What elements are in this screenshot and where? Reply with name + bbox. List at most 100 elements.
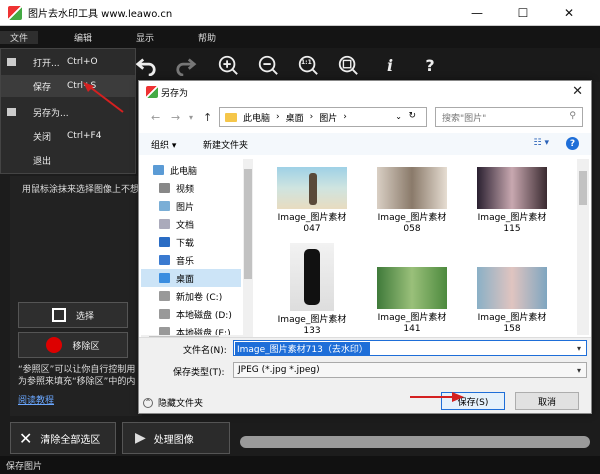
file-item[interactable]: Image_图片素材 133: [267, 243, 357, 335]
address-row: ← → ▾ ↑ 此电脑 › 桌面 › 图片 › ⌄ ↻ 搜索"图片" ⚲: [139, 105, 591, 131]
view-options-button[interactable]: ☷ ▾: [534, 138, 549, 148]
undo-icon[interactable]: [134, 53, 158, 77]
refresh-icon[interactable]: ↻: [408, 111, 416, 121]
annotation-arrow-save-menu: [83, 82, 124, 113]
annotation-arrow-save-button: [410, 392, 464, 402]
close-button[interactable]: ✕: [546, 0, 592, 26]
download-icon: [159, 237, 170, 247]
nav-item-this-pc[interactable]: 此电脑: [141, 161, 241, 179]
info-icon[interactable]: i: [378, 53, 402, 77]
nav-item-drive-d[interactable]: 本地磁盘 (D:): [141, 305, 241, 323]
process-image-button[interactable]: ▶ 处理图像: [122, 422, 230, 454]
breadcrumb-this-pc[interactable]: 此电脑: [243, 111, 270, 124]
help-icon[interactable]: ?: [418, 53, 442, 77]
file-thumbnail: [277, 167, 347, 209]
file-item[interactable]: Image_图片素材 115: [467, 167, 557, 235]
documents-icon: [159, 219, 170, 229]
minimize-button[interactable]: —: [454, 0, 500, 26]
menu-edit[interactable]: 编辑: [52, 31, 114, 44]
window-title: 图片去水印工具 www.leawo.cn: [28, 9, 173, 20]
menu-item-exit[interactable]: 退出: [1, 149, 135, 171]
progress-scrollbar[interactable]: [240, 436, 590, 448]
hide-folders-toggle[interactable]: ^ 隐藏文件夹: [143, 396, 203, 409]
select-button[interactable]: 选择: [18, 302, 128, 328]
play-icon: ▶: [135, 430, 146, 446]
breadcrumb-desktop[interactable]: 桌面: [286, 111, 304, 124]
description-line-2: 为参照来填充“移除区”中的内: [18, 377, 136, 387]
up-arrow-icon[interactable]: ↑: [203, 111, 212, 124]
filename-input[interactable]: Image_图片素材713（去水印） ▾: [233, 340, 587, 356]
music-icon: [159, 255, 170, 265]
drive-icon: [159, 309, 170, 319]
zoom-in-icon[interactable]: [216, 53, 240, 77]
filename-dropdown-icon[interactable]: ▾: [577, 344, 581, 353]
cancel-button[interactable]: 取消: [515, 392, 579, 410]
file-item[interactable]: Image_图片素材 047: [267, 167, 357, 235]
nav-item-documents[interactable]: 文档: [141, 215, 241, 233]
recent-dropdown-icon[interactable]: ▾: [189, 113, 193, 122]
file-list: Image_图片素材 047 Image_图片素材 058 Image_图片素材 11…: [257, 159, 575, 335]
filetype-label: 保存类型(T):: [173, 368, 225, 378]
clear-all-selections-button[interactable]: ✕ 清除全部选区: [10, 422, 116, 454]
forward-arrow-icon[interactable]: →: [171, 111, 180, 124]
actual-size-icon[interactable]: 1:1: [296, 53, 320, 77]
search-icon: ⚲: [569, 111, 576, 121]
nav-item-drive-c[interactable]: 新加卷 (C:): [141, 287, 241, 305]
navigation-pane: 此电脑 视频 图片 文档 下载 音乐 桌面 新加卷 (C:) 本地磁盘 (D:)…: [141, 159, 243, 335]
nav-item-videos[interactable]: 视频: [141, 179, 241, 197]
nav-item-drive-e[interactable]: 本地磁盘 (E:): [141, 323, 241, 335]
address-dropdown-icon[interactable]: ⌄: [395, 112, 402, 121]
menu-view[interactable]: 显示: [114, 31, 176, 44]
drive-icon: [159, 291, 170, 301]
search-input[interactable]: 搜索"图片" ⚲: [435, 107, 583, 127]
select-icon: [51, 308, 66, 322]
organize-button[interactable]: 组织 ▾: [151, 138, 176, 151]
nav-item-pictures[interactable]: 图片: [141, 197, 241, 215]
nav-item-desktop[interactable]: 桌面: [141, 269, 241, 287]
menu-item-close[interactable]: 关闭 Ctrl+F4: [1, 125, 135, 147]
nav-item-downloads[interactable]: 下载: [141, 233, 241, 251]
file-item[interactable]: Image_图片素材 158: [467, 267, 557, 335]
menu-bar: 文件 编辑 显示 帮助: [0, 26, 600, 48]
dialog-close-icon[interactable]: ✕: [572, 84, 583, 99]
address-bar[interactable]: 此电脑 › 桌面 › 图片 › ⌄ ↻: [219, 107, 427, 127]
fit-window-icon[interactable]: [336, 53, 360, 77]
file-thumbnail: [377, 267, 447, 309]
title-bar: 图片去水印工具 www.leawo.cn — ☐ ✕: [0, 0, 600, 26]
file-item[interactable]: Image_图片素材 141: [367, 267, 457, 335]
file-item[interactable]: Image_图片素材 058: [367, 167, 457, 235]
command-bar: 组织 ▾ 新建文件夹 ☷ ▾ ?: [139, 133, 591, 155]
clear-x-icon: ✕: [19, 428, 33, 448]
save-as-dialog: 另存为 ✕ ← → ▾ ↑ 此电脑 › 桌面 › 图片 › ⌄ ↻ 搜索"图片" ⚲ …: [138, 80, 592, 414]
filename-label: 文件名(N):: [183, 346, 227, 356]
new-folder-button[interactable]: 新建文件夹: [203, 138, 248, 151]
back-arrow-icon[interactable]: ←: [151, 111, 160, 124]
filetype-dropdown-icon[interactable]: ▾: [577, 366, 581, 375]
remove-icon: [46, 337, 63, 353]
nav-scrollbar[interactable]: [243, 159, 253, 335]
dialog-bottom-area: 文件名(N): Image_图片素材713（去水印） ▾ 保存类型(T): JP…: [139, 337, 591, 413]
computer-icon: [153, 165, 164, 175]
file-thumbnail: [290, 243, 334, 311]
tutorial-link[interactable]: 阅读教程: [18, 393, 54, 406]
nav-item-music[interactable]: 音乐: [141, 251, 241, 269]
dialog-title-bar: 另存为 ✕: [139, 81, 591, 103]
menu-help[interactable]: 帮助: [176, 31, 238, 44]
desktop-icon: [159, 273, 170, 283]
remove-area-button[interactable]: 移除区: [18, 332, 128, 358]
file-list-scrollbar[interactable]: [577, 159, 589, 335]
filetype-select[interactable]: JPEG (*.jpg *.jpeg) ▾: [233, 362, 587, 378]
redo-icon[interactable]: [174, 53, 198, 77]
save-as-icon: [7, 108, 16, 116]
menu-file[interactable]: 文件: [0, 30, 38, 44]
app-icon: [8, 5, 22, 20]
menu-item-open[interactable]: 打开... Ctrl+O: [1, 51, 135, 73]
actual-size-label: 1:1: [301, 59, 312, 66]
file-thumbnail: [477, 167, 547, 209]
zoom-out-icon[interactable]: [256, 53, 280, 77]
dialog-help-icon[interactable]: ?: [566, 137, 579, 150]
status-bar: 保存图片: [0, 456, 600, 474]
pictures-icon: [159, 201, 170, 211]
breadcrumb-pictures[interactable]: 图片: [319, 111, 337, 124]
maximize-button[interactable]: ☐: [500, 0, 546, 26]
